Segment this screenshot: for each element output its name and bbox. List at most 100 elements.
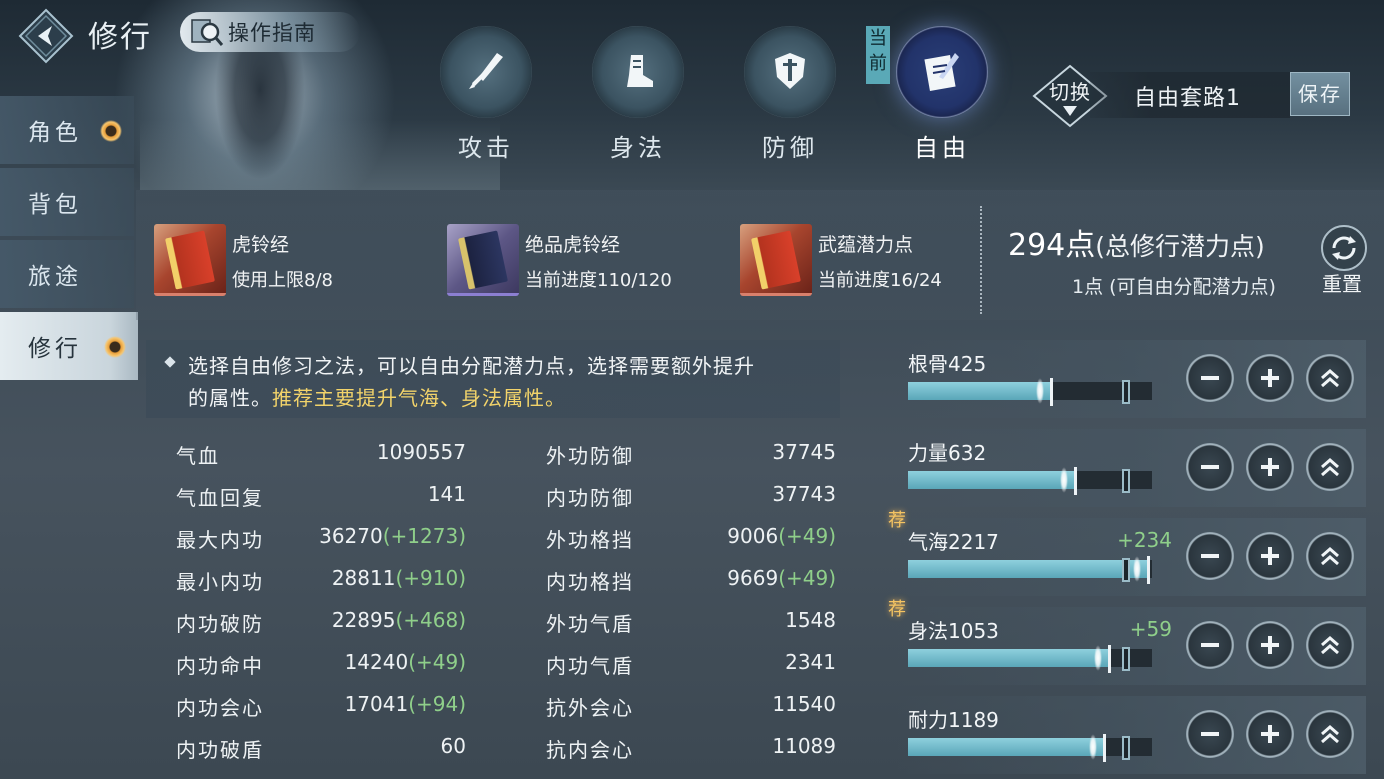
save-button[interactable]: 保存 [1290,72,1350,116]
back-arrow-icon [18,8,74,64]
minus-icon [1201,643,1219,647]
stat-row: 内功格挡 9669(+49) [546,566,836,596]
stat-name: 气血回复 [176,486,264,510]
double-chevron-up-icon [1321,636,1339,655]
tab-attack[interactable]: 攻击 [438,26,534,163]
double-chevron-up-icon [1321,458,1339,477]
plus-icon [1261,458,1279,476]
decrease-button[interactable] [1186,354,1234,402]
nav-item-label: 旅途 [28,264,82,290]
red-book-icon [154,224,226,296]
nav-item-label: 角色 [28,120,82,146]
stat-value-group: 14240(+49) [345,650,466,674]
stat-bonus: (+910) [395,566,466,590]
tab-defense[interactable]: 防御 [742,26,838,163]
total-potential-points: 294点(总修行潜力点) [1008,220,1265,264]
slider-limit-marker [1122,558,1130,582]
tip-line-1: 选择自由修习之法，可以自由分配潜力点，选择需要额外提升 [188,354,755,378]
stat-row: 内功破盾 60 [176,734,466,764]
attribute-nai-li: 耐力1189 [896,696,1366,774]
stat-value: 37743 [772,482,836,506]
item-sub: 当前进度16/24 [818,270,942,291]
stat-name: 内功破盾 [176,738,264,762]
tip-recommendation: 推荐主要提升气海、身法属性。 [272,386,566,410]
max-button[interactable] [1306,354,1354,402]
stat-name: 外功气盾 [546,612,634,636]
increase-button[interactable] [1246,621,1294,669]
stat-value-group: 37743 [772,482,836,506]
attribute-slider[interactable] [908,734,1152,760]
sword-icon [440,26,532,118]
attribute-slider[interactable] [908,467,1152,493]
attribute-shen-fa: 荐身法1053 +59 [888,599,1366,685]
stat-bonus: (+94) [408,692,466,716]
nav-item-bag[interactable]: 背包 [0,168,134,236]
attribute-name: 力量632 [908,441,987,465]
attribute-gen-gu: 根骨425 [896,340,1366,418]
stat-name: 内功防御 [546,486,634,510]
increase-button[interactable] [1246,710,1294,758]
operation-guide-label: 操作指南 [228,21,316,45]
stat-name: 最大内功 [176,528,264,552]
stat-name: 内功破防 [176,612,264,636]
reset-button[interactable] [1320,224,1368,272]
increase-button[interactable] [1246,443,1294,491]
stat-value-group: 36270(+1273) [319,524,466,548]
slider-limit-marker [1122,469,1130,493]
decrease-button[interactable] [1186,532,1234,580]
nav-item-journey[interactable]: 旅途 [0,240,134,308]
stat-row: 内功破防 22895(+468) [176,608,466,638]
tab-movement[interactable]: 身法 [590,26,686,163]
increase-button[interactable] [1246,354,1294,402]
stat-bonus: (+49) [778,524,836,548]
stat-row: 外功气盾 1548 [546,608,836,638]
attribute-name: 气海2217 [908,530,999,554]
attribute-slider[interactable] [908,556,1152,582]
slider-limit-marker [1122,380,1130,404]
stat-row: 外功格挡 9006(+49) [546,524,836,554]
decrease-button[interactable] [1186,443,1234,491]
recommended-badge: 荐 [888,510,906,531]
stat-name: 抗外会心 [546,696,634,720]
stat-value: 9669 [727,566,779,590]
attribute-fill [908,645,1108,671]
nav-item-label: 背包 [28,192,82,218]
stat-value-group: 28811(+910) [332,566,466,590]
stat-value: 2341 [785,650,836,674]
operation-guide-button[interactable]: 操作指南 [180,12,360,52]
stat-value-group: 1548 [785,608,836,632]
reset-label: 重置 [1322,272,1362,296]
max-button[interactable] [1306,532,1354,580]
max-button[interactable] [1306,443,1354,491]
attribute-slider[interactable] [908,645,1152,671]
total-points-value: 294点 [1008,228,1096,263]
stat-name: 最小内功 [176,570,264,594]
stat-row: 外功防御 37745 [546,440,836,470]
red-book-icon [740,224,812,296]
double-chevron-up-icon [1321,725,1339,744]
attribute-fill [908,734,1103,760]
attribute-fill [908,467,1074,493]
attribute-qi-hai: 荐气海2217 +234 [888,510,1366,596]
decrease-button[interactable] [1186,621,1234,669]
stat-value: 9006 [727,524,779,548]
tab-label: 攻击 [458,134,514,162]
dotted-divider [980,206,982,314]
attribute-slider[interactable] [908,378,1152,404]
stat-name: 抗内会心 [546,738,634,762]
nav-item-cultivation[interactable]: 修行 [0,312,138,380]
stat-value-group: 1090557 [377,440,466,464]
slider-cap [1108,645,1111,673]
max-button[interactable] [1306,710,1354,758]
back-button[interactable] [18,8,74,64]
decrease-button[interactable] [1186,710,1234,758]
increase-button[interactable] [1246,532,1294,580]
nav-item-role[interactable]: 角色 [0,96,134,164]
current-tag: 当前 [866,26,890,84]
magnifier-book-icon [191,19,224,46]
max-button[interactable] [1306,621,1354,669]
stat-value-group: 17041(+94) [345,692,466,716]
stat-name: 外功防御 [546,444,634,468]
tab-free[interactable]: 自由 [894,26,990,163]
stat-value: 22895 [331,608,396,632]
